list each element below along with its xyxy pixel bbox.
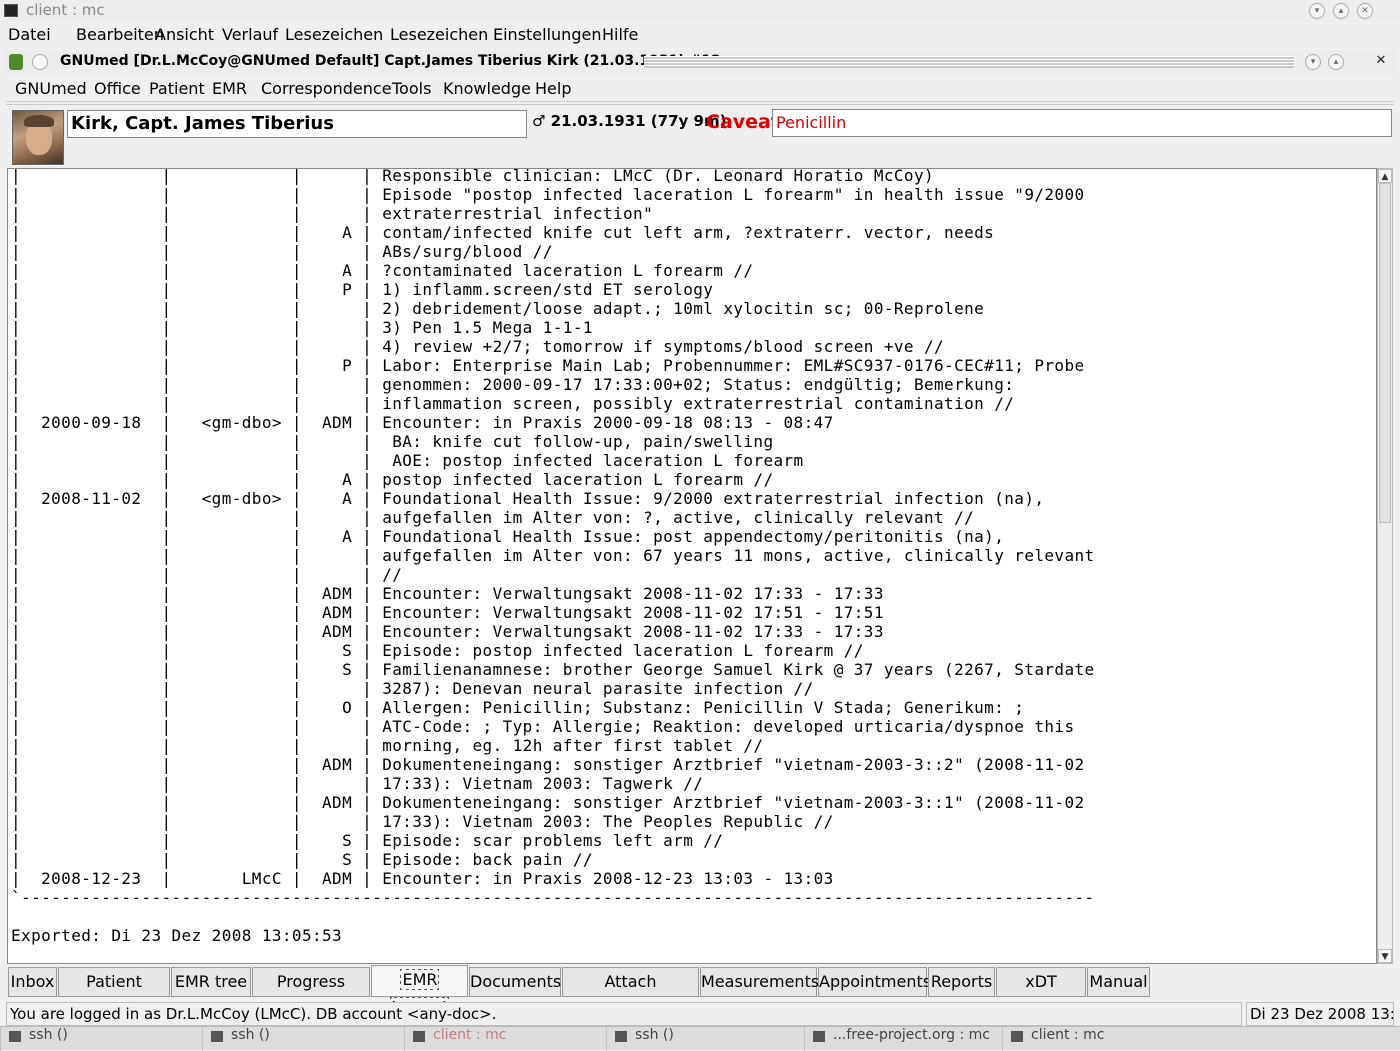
app-menubar: GNUmed Office Patient EMR Correspondence… bbox=[6, 75, 1394, 102]
outer-titlebar: client : mc ▾ ▴ ✕ bbox=[0, 0, 1400, 22]
taskbar-item-label: ssh () bbox=[635, 1027, 674, 1043]
patient-dob: ♂ 21.03.1931 (77y 9m) bbox=[532, 112, 727, 130]
menu-bearbeiten[interactable]: Bearbeiten bbox=[76, 25, 164, 44]
app-maximize-icon[interactable]: ▴ bbox=[1328, 54, 1344, 70]
menu-verlauf[interactable]: Verlauf bbox=[222, 25, 278, 44]
close-icon[interactable]: ✕ bbox=[1357, 3, 1373, 19]
taskbar-item[interactable]: client : mc bbox=[1002, 1027, 1202, 1051]
tab-patient-details[interactable]: Patient details bbox=[58, 967, 170, 1019]
menu-gnumed[interactable]: GNUmed bbox=[15, 79, 87, 98]
taskbar-item[interactable]: ...free-project.org : mc bbox=[804, 1027, 1000, 1051]
window-menu-icon[interactable] bbox=[32, 54, 48, 70]
taskbar-item-label: client : mc bbox=[1031, 1027, 1105, 1043]
scroll-up-icon[interactable]: ▲ bbox=[1378, 169, 1392, 183]
outer-menubar: Datei Bearbeiten Ansicht Verlauf Lesezei… bbox=[0, 22, 1400, 48]
tab-manual[interactable]: Manual bbox=[1087, 967, 1150, 997]
taskbar-item[interactable]: ssh () bbox=[202, 1027, 402, 1051]
status-login: You are logged in as Dr.L.McCoy (LMcC). … bbox=[6, 1002, 1242, 1026]
tab-label: Documents bbox=[470, 972, 562, 991]
tab-label: Manual bbox=[1089, 972, 1148, 991]
menu-lesezeichen-1[interactable]: Lesezeichen bbox=[285, 25, 383, 44]
terminal-icon bbox=[615, 1031, 627, 1042]
titlebar-stripes bbox=[644, 56, 1294, 68]
tab-progress-notes[interactable]: Progress notes bbox=[252, 967, 370, 1019]
maximize-icon[interactable]: ▴ bbox=[1333, 3, 1349, 19]
tab-label: Measurements bbox=[701, 972, 820, 991]
minimize-icon[interactable]: ▾ bbox=[1309, 3, 1325, 19]
patient-bar: Kirk, Capt. James Tiberius ♂ 21.03.1931 … bbox=[6, 104, 1394, 168]
menu-ansicht[interactable]: Ansicht bbox=[155, 25, 214, 44]
tab-label: Inbox bbox=[10, 972, 55, 991]
journal-scrollbar[interactable]: ▲ ▼ bbox=[1377, 168, 1393, 964]
tab-appointments[interactable]: Appointments bbox=[818, 967, 931, 997]
menu-einstellungen[interactable]: Einstellungen bbox=[493, 25, 601, 44]
tab-reports[interactable]: Reports bbox=[928, 967, 995, 997]
gnumed-icon bbox=[9, 54, 23, 70]
app-close-icon[interactable]: ✕ bbox=[1373, 54, 1389, 70]
tab-documents[interactable]: Documents bbox=[469, 967, 561, 997]
patient-photo-hair bbox=[24, 115, 54, 127]
tab-label: EMR tree bbox=[174, 972, 248, 991]
taskbar-item-label: ssh () bbox=[231, 1027, 270, 1043]
tab-emr-journal[interactable]: EMR journal bbox=[371, 965, 468, 1018]
tab-label: Appointments bbox=[819, 972, 932, 991]
menu-correspondence[interactable]: Correspondence bbox=[261, 79, 392, 98]
status-datetime: Di 23 Dez 2008 13:0 bbox=[1246, 1002, 1394, 1026]
menu-office[interactable]: Office bbox=[94, 79, 141, 98]
menu-patient[interactable]: Patient bbox=[149, 79, 205, 98]
tab-inbox[interactable]: Inbox bbox=[8, 967, 57, 997]
terminal-icon bbox=[211, 1031, 223, 1042]
tab-emr-tree[interactable]: EMR tree bbox=[171, 967, 251, 997]
taskbar-item[interactable]: ssh () bbox=[0, 1027, 200, 1051]
taskbar-item-label: ssh () bbox=[29, 1027, 68, 1043]
menu-datei[interactable]: Datei bbox=[8, 25, 51, 44]
terminal-icon bbox=[813, 1031, 825, 1042]
tab-label: Reports bbox=[930, 972, 993, 991]
tab-measurements[interactable]: Measurements bbox=[700, 967, 820, 997]
patient-name-field[interactable]: Kirk, Capt. James Tiberius bbox=[67, 110, 527, 138]
terminal-icon bbox=[413, 1031, 425, 1042]
app-minimize-icon[interactable]: ▾ bbox=[1305, 54, 1321, 70]
menu-hilfe[interactable]: Hilfe bbox=[602, 25, 638, 44]
taskbar-item-active[interactable]: client : mc bbox=[404, 1027, 604, 1051]
terminal-icon bbox=[1011, 1031, 1023, 1042]
menu-emr[interactable]: EMR bbox=[212, 79, 247, 98]
scrollbar-thumb[interactable] bbox=[1379, 183, 1391, 523]
app-window-title: GNUmed [Dr.L.McCoy@GNUmed Default] Capt.… bbox=[60, 53, 721, 69]
taskbar-item[interactable]: ssh () bbox=[606, 1027, 802, 1051]
tab-attach-documents[interactable]: Attach documents bbox=[562, 967, 699, 1019]
scroll-down-icon[interactable]: ▼ bbox=[1378, 949, 1392, 963]
emr-journal-text: | | | | Responsible clinician: LMcC (Dr.… bbox=[11, 168, 1095, 945]
app-titlebar: GNUmed [Dr.L.McCoy@GNUmed Default] Capt.… bbox=[4, 50, 1396, 74]
caveat-label: Caveat bbox=[706, 111, 780, 133]
outer-window-title: client : mc bbox=[26, 1, 105, 19]
taskbar-item-label: ...free-project.org : mc bbox=[833, 1027, 990, 1043]
taskbar-item-label: client : mc bbox=[433, 1027, 507, 1043]
patient-photo[interactable] bbox=[12, 110, 64, 165]
menu-tools[interactable]: Tools bbox=[392, 79, 431, 98]
menu-help[interactable]: Help bbox=[535, 79, 571, 98]
menu-knowledge[interactable]: Knowledge bbox=[443, 79, 531, 98]
menu-lesezeichen-2[interactable]: Lesezeichen bbox=[390, 25, 488, 44]
taskbar: ssh () ssh () client : mc ssh () ...free… bbox=[0, 1026, 1400, 1051]
tab-xdt-viewer[interactable]: xDT viewer bbox=[996, 967, 1086, 1019]
terminal-icon bbox=[9, 1031, 21, 1042]
statusbar: You are logged in as Dr.L.McCoy (LMcC). … bbox=[6, 1002, 1394, 1026]
caveat-field[interactable]: Penicillin bbox=[772, 109, 1392, 137]
emr-journal-textarea[interactable]: | | | | Responsible clinician: LMcC (Dr.… bbox=[7, 168, 1377, 964]
terminal-icon bbox=[4, 4, 18, 17]
